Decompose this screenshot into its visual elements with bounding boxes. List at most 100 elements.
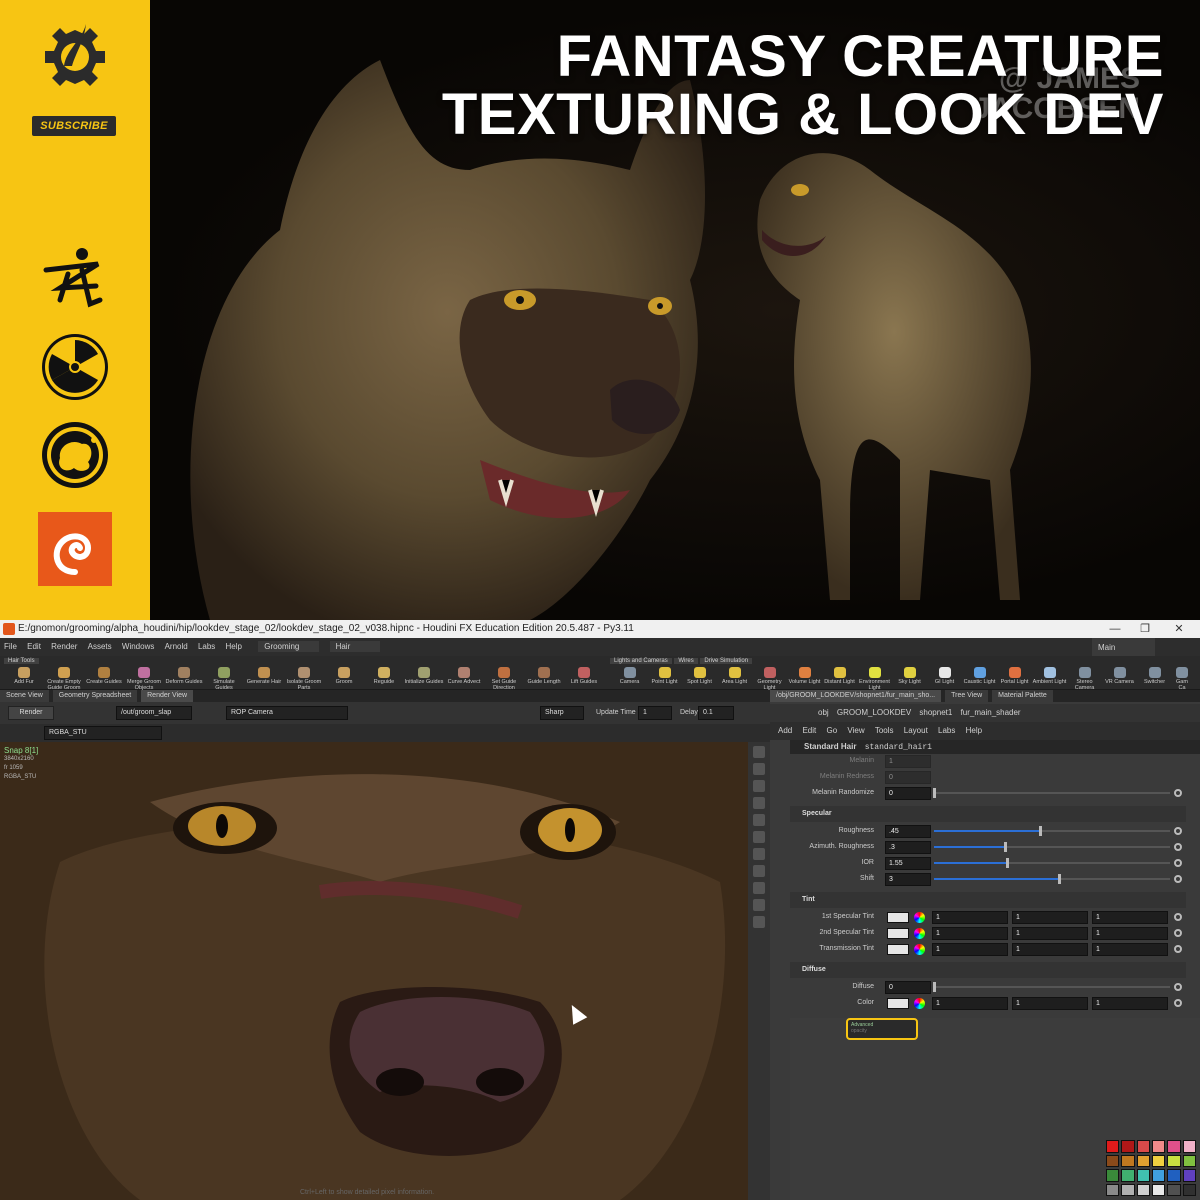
param-shift[interactable]: Shift 3 <box>790 872 1186 888</box>
palette-swatch[interactable] <box>1106 1154 1120 1167</box>
param-azimuth-roughness[interactable]: Azimuth. Roughness .3 <box>790 840 1186 856</box>
shelf-tool[interactable]: Deform Guides <box>164 666 204 690</box>
param-gear-icon[interactable] <box>1174 999 1182 1007</box>
shelf-tab-drive-sim[interactable]: Drive Simulation <box>700 658 753 664</box>
shelf-tool[interactable]: Camera <box>612 666 647 690</box>
color-swatch[interactable] <box>887 944 909 955</box>
menu-edit-net[interactable]: Edit <box>802 726 816 735</box>
palette-swatch[interactable] <box>1182 1169 1196 1182</box>
palette-swatch[interactable] <box>1106 1169 1120 1182</box>
palette-swatch[interactable] <box>1167 1154 1181 1167</box>
param-2nd-specular-tint[interactable]: 2nd Specular Tint 1 1 1 <box>790 926 1186 942</box>
param-gear-icon[interactable] <box>1174 983 1182 991</box>
palette-swatch[interactable] <box>1136 1154 1150 1167</box>
view-tool-icon[interactable] <box>753 899 765 911</box>
param-gear-icon[interactable] <box>1174 913 1182 921</box>
subscribe-button[interactable]: SUBSCRIBE <box>32 116 116 136</box>
tab-network-path[interactable]: /obj/GROOM_LOOKDEV/shopnet1/fur_main_sho… <box>770 690 942 702</box>
aov-select[interactable]: RGBA_STU <box>44 726 162 740</box>
palette-swatch[interactable] <box>1151 1183 1166 1196</box>
palette-swatch[interactable] <box>1182 1140 1196 1153</box>
view-tool-icon[interactable] <box>753 763 765 775</box>
shelf-tool[interactable]: Portal Light <box>997 666 1032 690</box>
shelf-tool[interactable]: Environment Light <box>857 666 892 691</box>
menu-edit[interactable]: Edit <box>27 642 41 651</box>
param-gear-icon[interactable] <box>1174 945 1182 953</box>
update-time-field[interactable]: 1 <box>638 706 672 720</box>
tab-scene-view[interactable]: Scene View <box>0 690 49 702</box>
menu-render[interactable]: Render <box>51 642 77 651</box>
shelf-tool[interactable]: Switcher <box>1137 666 1172 690</box>
palette-swatch[interactable] <box>1136 1183 1150 1196</box>
shelf-tool[interactable]: Gam Ca <box>1172 666 1192 691</box>
param-1st-specular-tint[interactable]: 1st Specular Tint 1 1 1 <box>790 910 1186 926</box>
menu-labs-net[interactable]: Labs <box>938 726 955 735</box>
color-wheel-icon[interactable] <box>914 912 925 923</box>
menu-assets[interactable]: Assets <box>88 642 112 651</box>
param-melanin[interactable]: Melanin 1 <box>790 754 1186 770</box>
tab-tree-view[interactable]: Tree View <box>945 690 989 702</box>
shelf-tool[interactable]: Area Light <box>717 666 752 690</box>
palette-swatch[interactable] <box>1167 1140 1181 1153</box>
shelf-tool[interactable]: Lift Guides <box>564 666 604 690</box>
shelf-tab-hair-tools[interactable]: Hair Tools <box>4 658 39 664</box>
section-specular[interactable]: Specular <box>790 806 1186 822</box>
color-wheel-icon[interactable] <box>914 998 925 1009</box>
palette-swatch[interactable] <box>1121 1169 1135 1182</box>
render-button[interactable]: Render <box>8 706 54 720</box>
view-tool-icon[interactable] <box>753 746 765 758</box>
camera-select[interactable]: ROP Camera <box>226 706 348 720</box>
param-gear-icon[interactable] <box>1174 827 1182 835</box>
param-gear-icon[interactable] <box>1174 789 1182 797</box>
palette-swatch[interactable] <box>1182 1183 1196 1196</box>
shelf-tool[interactable]: Ambient Light <box>1032 666 1067 690</box>
shelf-tool[interactable]: Create Empty Guide Groom <box>44 666 84 691</box>
color-wheel-icon[interactable] <box>914 928 925 939</box>
palette-swatch[interactable] <box>1151 1154 1166 1167</box>
shelf-tool[interactable]: Stereo Camera <box>1067 666 1102 691</box>
view-tool-icon[interactable] <box>753 831 765 843</box>
menu-arnold[interactable]: Arnold <box>165 642 188 651</box>
breadcrumb-shopnet[interactable]: shopnet1 <box>919 708 952 717</box>
shader-node[interactable]: Advanced opacity <box>846 1018 918 1040</box>
shelf-tool[interactable]: VR Camera <box>1102 666 1137 690</box>
breadcrumb-shader[interactable]: fur_main_shader <box>961 708 1021 717</box>
palette-swatch[interactable] <box>1121 1183 1135 1196</box>
view-tool-icon[interactable] <box>753 848 765 860</box>
palette-swatch[interactable] <box>1182 1154 1196 1167</box>
shelf-tool[interactable]: Set Guide Direction <box>484 666 524 691</box>
shelf-tool[interactable]: Generate Hair <box>244 666 284 690</box>
close-icon[interactable]: ✕ <box>1164 620 1194 638</box>
shelf-tool[interactable]: Create Guides <box>84 666 124 690</box>
main-select[interactable]: Main <box>1092 638 1156 658</box>
param-gear-icon[interactable] <box>1174 843 1182 851</box>
palette-swatch[interactable] <box>1121 1154 1135 1167</box>
shelf-tool[interactable]: Volume Light <box>787 666 822 690</box>
shelf-tool[interactable]: Geometry Light <box>752 666 787 691</box>
param-gear-icon[interactable] <box>1174 875 1182 883</box>
shelf-tool[interactable]: Sky Light <box>892 666 927 690</box>
shelf-tool[interactable]: Spot Light <box>682 666 717 690</box>
menu-file[interactable]: File <box>4 642 17 651</box>
render-viewport[interactable]: Snap 8[1] 3840x2160 fr 1059 RGBA_STU Ctr… <box>0 742 748 1200</box>
menu-layout[interactable]: Layout <box>904 726 928 735</box>
palette-swatch[interactable] <box>1106 1140 1120 1153</box>
tab-material-palette[interactable]: Material Palette <box>992 690 1053 702</box>
shelf-tool[interactable]: Groom <box>324 666 364 690</box>
view-tool-icon[interactable] <box>753 865 765 877</box>
menu-go[interactable]: Go <box>827 726 838 735</box>
menu-tools[interactable]: Tools <box>875 726 894 735</box>
minimize-icon[interactable]: — <box>1100 620 1130 638</box>
sharp-select[interactable]: Sharp <box>540 706 584 720</box>
param-melanin-randomize[interactable]: Melanin Randomize 0 <box>790 786 1186 802</box>
param-ior[interactable]: IOR 1.55 <box>790 856 1186 872</box>
desktop-select[interactable]: Grooming <box>258 641 320 652</box>
menu-help-net[interactable]: Help <box>966 726 982 735</box>
shelf-tool[interactable]: Simulate Guides <box>204 666 244 691</box>
shelf-tool[interactable]: GI Light <box>927 666 962 690</box>
menu-add[interactable]: Add <box>778 726 792 735</box>
shelf-tool[interactable]: Initialize Guides <box>404 666 444 690</box>
param-diffuse[interactable]: Diffuse 0 <box>790 980 1186 996</box>
shelf-tool[interactable]: Point Light <box>647 666 682 690</box>
palette-swatch[interactable] <box>1167 1169 1181 1182</box>
